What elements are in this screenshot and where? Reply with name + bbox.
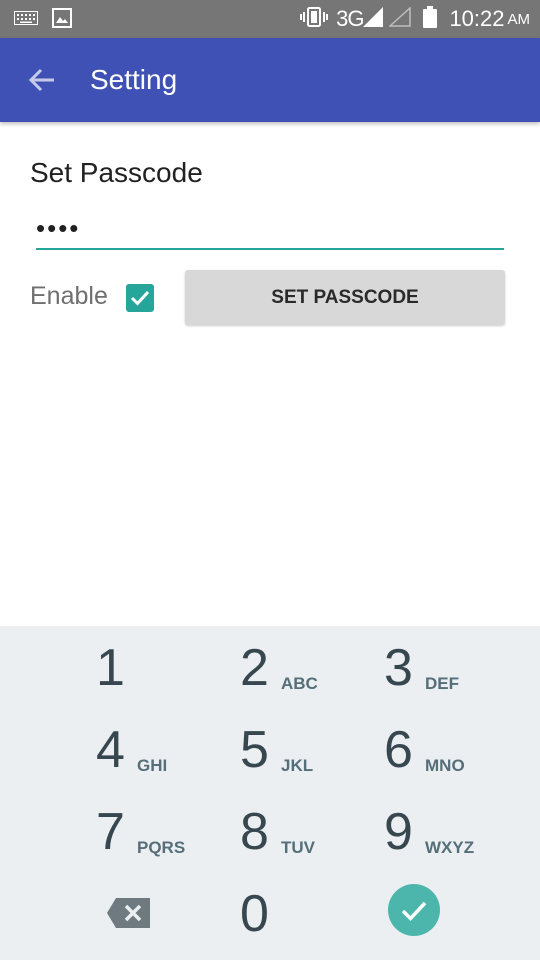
key-letters: TUV [281,838,315,857]
key-digit: 6 [384,721,413,779]
battery-icon [423,5,438,33]
signal-icon [363,6,384,32]
key-digit: 2 [240,639,269,697]
enable-checkbox[interactable] [126,284,154,312]
key-letters: MNO [425,756,465,775]
image-icon [52,8,72,33]
key-7[interactable]: 7 PQRS [96,794,236,876]
key-letters: GHI [137,756,168,775]
backspace-icon [107,898,150,928]
section-title: Set Passcode [30,157,203,188]
key-letters: WXYZ [425,838,475,857]
key-letters: JKL [281,756,314,775]
page-title: Setting [90,64,178,95]
vibrate-icon [300,6,329,33]
key-digit: 7 [96,803,125,861]
key-digit: 4 [96,721,125,779]
signal-empty-icon [388,5,412,32]
clock: 10:22 [449,6,505,31]
key-digit: 3 [384,639,413,697]
app-bar: Setting [0,38,540,122]
backspace-key[interactable] [100,876,160,958]
key-letters: PQRS [137,838,186,857]
key-3[interactable]: 3 DEF [384,630,524,712]
key-digit: 8 [240,803,269,861]
check-icon [130,290,150,306]
key-4[interactable]: 4 GHI [96,712,236,794]
arrow-left-icon [28,68,54,92]
enable-label: Enable [30,282,108,310]
check-circle-icon [388,884,440,936]
key-8[interactable]: 8 TUV [240,794,380,876]
key-1[interactable]: 1 [96,630,236,712]
network-type: 3G [336,6,364,31]
passcode-input[interactable] [36,208,504,250]
key-digit: 0 [240,885,269,943]
status-bar: 3G 10:22 AM [0,0,540,38]
key-letters: DEF [425,674,459,693]
key-0[interactable]: 0 [240,876,380,958]
key-digit: 1 [96,639,125,697]
key-6[interactable]: 6 MNO [384,712,524,794]
numeric-keypad: 1 2 ABC 3 DEF 4 GHI 5 JKL 6 MNO 7 PQRS 8… [0,626,540,960]
key-letters: ABC [281,674,318,693]
key-digit: 9 [384,803,413,861]
keyboard-icon [14,11,38,30]
key-9[interactable]: 9 WXYZ [384,794,524,876]
key-2[interactable]: 2 ABC [240,630,380,712]
set-passcode-button[interactable]: SET PASSCODE [185,270,505,325]
key-5[interactable]: 5 JKL [240,712,380,794]
back-button[interactable] [22,60,62,100]
done-key[interactable] [386,882,442,938]
key-digit: 5 [240,721,269,779]
clock-ampm: AM [507,10,531,28]
